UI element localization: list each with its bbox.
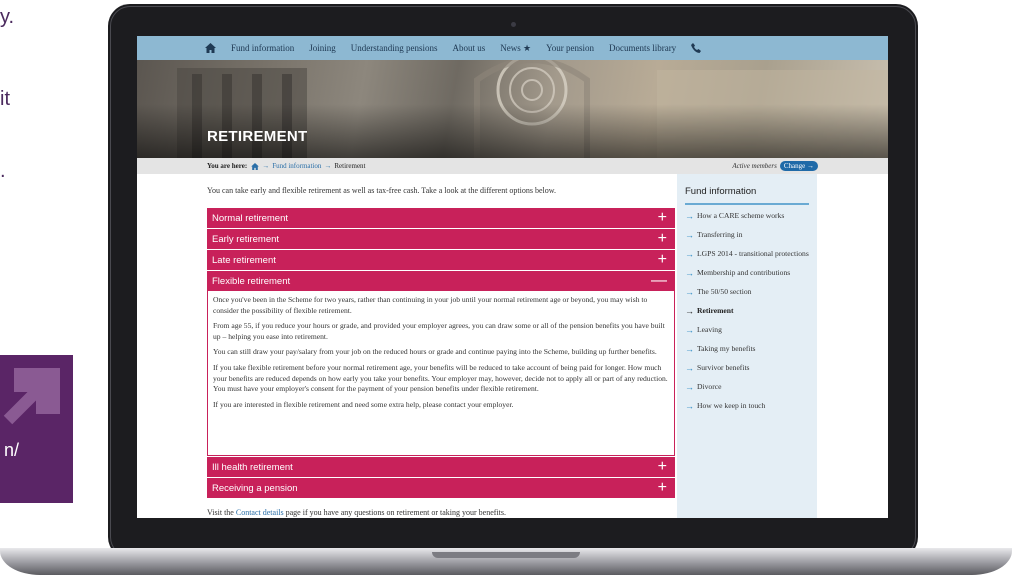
panel-paragraph: If you are interested in flexible retire… (213, 399, 514, 409)
arrow-right-icon: → (685, 230, 694, 240)
arrow-right-icon: → (685, 306, 694, 316)
arrow-right-icon: → (685, 211, 694, 221)
camera-icon (511, 22, 516, 27)
stage: y. it . n/ Fund information Joining Unde… (0, 0, 1012, 575)
nav-fund-information[interactable]: Fund information (231, 43, 294, 53)
side-text-line-2: it (0, 88, 10, 110)
arrow-right-icon: → (685, 249, 694, 259)
accordion-ill-health-retirement[interactable]: Ill health retirement + (207, 457, 675, 477)
sidebar-item-label: Transferring in (697, 230, 743, 239)
intro-text: You can take early and flexible retireme… (207, 186, 557, 195)
members-label: Active members (732, 162, 777, 170)
accordion-panel-flexible-retirement: Once you've been in the Scheme for two y… (207, 291, 675, 456)
accordion-receiving-a-pension[interactable]: Receiving a pension + (207, 478, 675, 498)
footer-prefix: Visit the (207, 508, 236, 517)
breadcrumb-current: Retirement (334, 162, 366, 170)
nav-contact[interactable] (691, 43, 702, 53)
nav-joining[interactable]: Joining (309, 43, 336, 53)
sidebar-title: Fund information (685, 186, 809, 205)
phone-icon (691, 43, 702, 53)
sidebar-item-label: Taking my benefits (697, 344, 756, 353)
arrow-right-icon: → (685, 268, 694, 278)
accordion-label: Flexible retirement (212, 275, 291, 287)
sidebar: Fund information → How a CARE scheme work… (677, 174, 817, 518)
sidebar-item-care-scheme[interactable]: → How a CARE scheme works (685, 211, 809, 221)
accordion-label: Ill health retirement (212, 461, 293, 473)
sidebar-item-label: Leaving (697, 325, 722, 334)
sidebar-item-label: Survivor benefits (697, 363, 750, 372)
sidebar-item-label: The 50/50 section (697, 287, 752, 296)
plus-icon[interactable]: + (658, 457, 667, 477)
accordion-normal-retirement[interactable]: Normal retirement + (207, 208, 675, 228)
sidebar-item-label: LGPS 2014 - transitional protections (697, 249, 809, 258)
browser-screen: Fund information Joining Understanding p… (137, 36, 888, 518)
accordion-flexible-retirement[interactable]: Flexible retirement — (207, 271, 675, 291)
nav-your-pension[interactable]: Your pension (546, 43, 594, 53)
panel-paragraph: Once you've been in the Scheme for two y… (213, 295, 648, 315)
page-title: RETIREMENT (207, 128, 308, 145)
accordion-label: Receiving a pension (212, 482, 298, 494)
nav-documents-library[interactable]: Documents library (609, 43, 676, 53)
minus-icon[interactable]: — (651, 271, 667, 291)
breadcrumb-prefix: You are here: (207, 162, 248, 170)
accordion-label: Late retirement (212, 254, 276, 266)
arrow-right-icon: → (262, 162, 270, 170)
arrow-right-icon: → (685, 325, 694, 335)
accordion-label: Normal retirement (212, 212, 289, 224)
sidebar-item-survivor-benefits[interactable]: → Survivor benefits (685, 363, 809, 373)
side-text-line-1: y. (0, 6, 15, 28)
active-members: Active members Change → (732, 161, 818, 171)
plus-icon[interactable]: + (658, 208, 667, 228)
home-icon[interactable] (251, 162, 260, 170)
laptop-notch (432, 552, 580, 558)
change-button[interactable]: Change → (779, 161, 818, 171)
arrow-right-icon: → (685, 401, 694, 411)
screen-bezel-bottom (137, 518, 888, 546)
arrow-right-icon: → (685, 382, 694, 392)
sidebar-item-label: Membership and contributions (697, 268, 791, 277)
nav-understanding-pensions[interactable]: Understanding pensions (351, 43, 438, 53)
arrow-right-icon: → (324, 162, 332, 170)
side-text-line-3: . (0, 160, 6, 182)
sidebar-item-divorce[interactable]: → Divorce (685, 382, 809, 392)
breadcrumb: You are here: → Fund information → Retir… (137, 158, 888, 174)
arrow-right-icon: → (685, 363, 694, 373)
panel-paragraph: From age 55, if you reduce your hours or… (213, 321, 665, 341)
contact-details-link[interactable]: Contact details (236, 508, 284, 517)
home-icon (205, 43, 216, 53)
accordion-early-retirement[interactable]: Early retirement + (207, 229, 675, 249)
arrow-right-icon: → (685, 287, 694, 297)
sidebar-item-keep-in-touch[interactable]: → How we keep in touch (685, 401, 809, 411)
sidebar-item-membership[interactable]: → Membership and contributions (685, 268, 809, 278)
promo-text: n/ (4, 440, 20, 460)
plus-icon[interactable]: + (658, 250, 667, 270)
sidebar-item-retirement[interactable]: → Retirement (685, 306, 809, 316)
accordion-late-retirement[interactable]: Late retirement + (207, 250, 675, 270)
sidebar-item-lgps-2014[interactable]: → LGPS 2014 - transitional protections (685, 249, 809, 259)
sidebar-item-label: Retirement (697, 306, 734, 315)
sidebar-item-transferring-in[interactable]: → Transferring in (685, 230, 809, 240)
accordion-label: Early retirement (212, 233, 280, 245)
sidebar-item-taking-benefits[interactable]: → Taking my benefits (685, 344, 809, 354)
main-nav: Fund information Joining Understanding p… (137, 36, 888, 60)
nav-news[interactable]: News ★ (500, 43, 531, 54)
footer-suffix: page if you have any questions on retire… (283, 508, 507, 517)
panel-paragraph: If you take flexible retirement before y… (213, 362, 668, 394)
plus-icon[interactable]: + (658, 229, 667, 249)
plus-icon[interactable]: + (658, 478, 667, 498)
sidebar-item-label: How we keep in touch (697, 401, 766, 410)
hero-banner: RETIREMENT (137, 60, 888, 158)
panel-paragraph: You can still draw your pay/salary from … (213, 347, 657, 357)
breadcrumb-fund-information[interactable]: Fund information (272, 162, 321, 170)
sidebar-item-label: Divorce (697, 382, 722, 391)
main-content: You can take early and flexible retireme… (207, 174, 677, 518)
nav-about-us[interactable]: About us (453, 43, 486, 53)
arrow-up-right-icon (3, 368, 60, 425)
sidebar-item-leaving[interactable]: → Leaving (685, 325, 809, 335)
footer-text: Visit the Contact details page if you ha… (207, 508, 506, 517)
arrow-right-icon: → (685, 344, 694, 354)
sidebar-item-label: How a CARE scheme works (697, 211, 785, 220)
nav-home[interactable] (205, 43, 216, 53)
sidebar-item-50-50-section[interactable]: → The 50/50 section (685, 287, 809, 297)
